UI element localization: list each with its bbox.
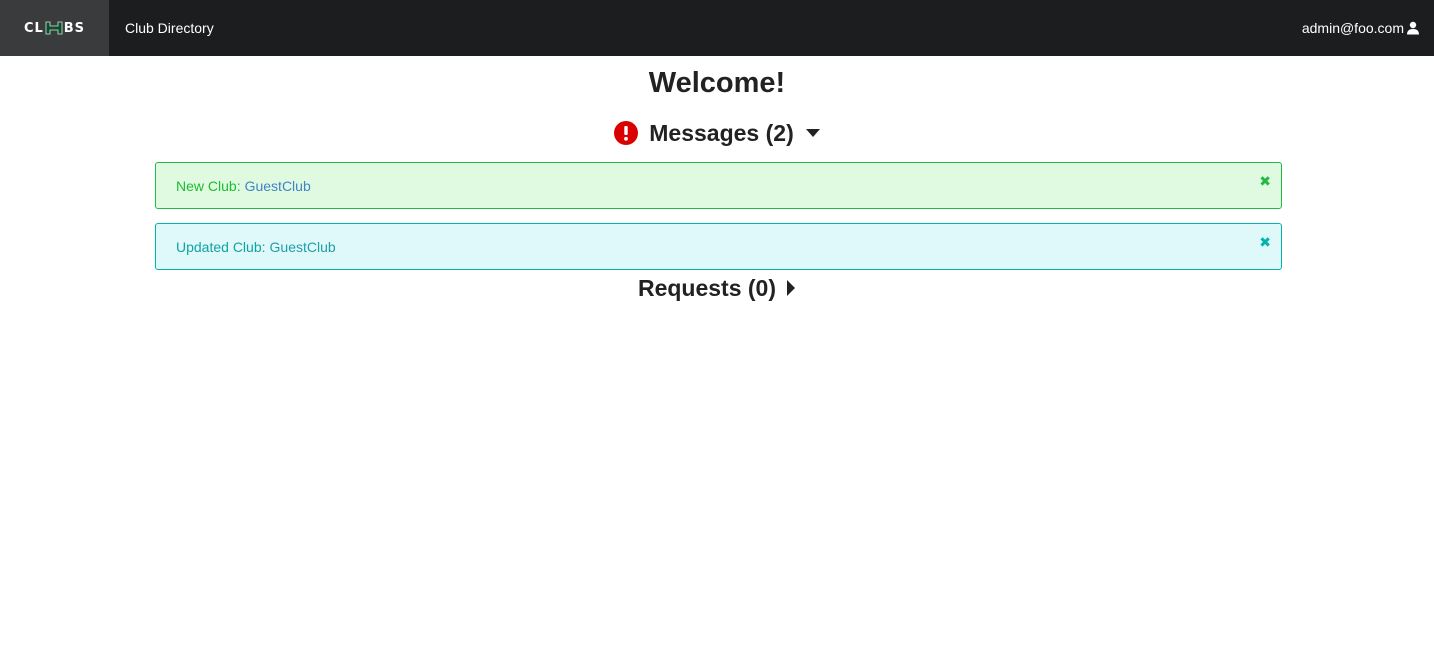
exclamation-circle-icon <box>614 121 639 145</box>
user-menu[interactable]: admin@foo.com <box>1302 0 1420 56</box>
user-email: admin@foo.com <box>1301 20 1404 36</box>
message-prefix: New Club: <box>176 177 241 194</box>
clubs-logo-link[interactable]: CL BS <box>0 0 109 56</box>
message-updated-club: Updated Club: GuestClub ✖ <box>155 223 1282 270</box>
caret-down-icon <box>805 129 820 137</box>
message-prefix: Updated Club: <box>176 238 266 255</box>
requests-accordion-toggle[interactable]: Requests (0) <box>0 273 1434 303</box>
message-new-club: New Club: GuestClub ✖ <box>155 162 1282 209</box>
user-icon <box>1407 21 1419 35</box>
requests-header-label: Requests (0) <box>637 274 777 301</box>
messages-accordion-toggle[interactable]: Messages (2) <box>0 118 1434 148</box>
club-directory-link[interactable]: Club Directory <box>125 20 214 36</box>
close-icon[interactable]: ✖ <box>1259 235 1271 249</box>
caret-right-icon <box>787 280 796 296</box>
clubs-logo: CL BS <box>24 21 85 36</box>
page-title: Welcome! <box>648 67 786 99</box>
logo-text-left: CL <box>23 20 44 36</box>
logo-text-right: BS <box>63 20 86 36</box>
club-link[interactable]: GuestClub <box>270 239 336 255</box>
top-navbar: CL BS Club Directory admin@foo.com <box>0 0 1434 56</box>
club-link[interactable]: GuestClub <box>245 178 311 194</box>
logo-mark-icon <box>45 21 63 35</box>
messages-header-label: Messages (2) <box>649 119 794 146</box>
close-icon[interactable]: ✖ <box>1259 174 1271 188</box>
